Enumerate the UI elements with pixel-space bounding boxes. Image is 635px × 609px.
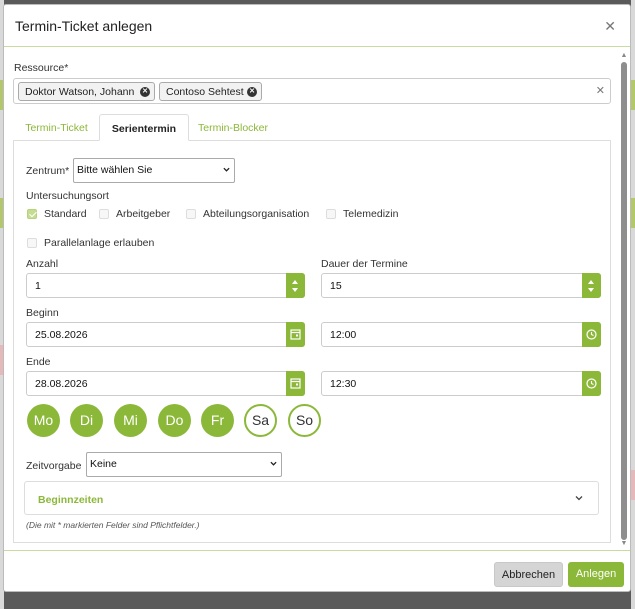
tab-panel: Zentrum* Bitte wählen Sie Untersuchungso… (13, 140, 611, 543)
scrollbar-thumb[interactable] (621, 62, 627, 540)
zeitvorgabe-value: Keine (90, 458, 117, 470)
clock-icon (586, 378, 597, 389)
clear-icon[interactable]: ✕ (596, 84, 605, 97)
scroll-up-icon[interactable]: ▲ (620, 52, 628, 60)
background-stripe (631, 198, 635, 228)
checkbox-arbeitgeber[interactable]: Arbeitgeber (99, 208, 170, 220)
zeitvorgabe-select[interactable]: Keine (86, 452, 282, 477)
dauer-value: 15 (330, 280, 342, 292)
dialog-footer: Abbrechen Anlegen (4, 550, 630, 591)
checkbox-box[interactable] (27, 209, 37, 219)
zentrum-select[interactable]: Bitte wählen Sie (73, 158, 235, 183)
anzahl-value: 1 (35, 280, 41, 292)
close-icon[interactable]: ✕ (604, 18, 616, 35)
beginn-date-value: 25.08.2026 (35, 329, 88, 341)
remove-chip-icon[interactable]: ✕ (140, 87, 150, 97)
scroll-down-icon[interactable]: ▼ (620, 540, 628, 548)
anzahl-label: Anzahl (26, 258, 59, 270)
weekday-sa[interactable]: Sa (244, 404, 277, 437)
weekday-do[interactable]: Do (158, 404, 191, 437)
chevron-down-icon (223, 167, 230, 172)
ende-date-input[interactable]: 28.08.2026 (26, 371, 305, 396)
ende-time-input[interactable]: 12:30 (321, 371, 601, 396)
beginn-time-input[interactable]: 12:00 (321, 322, 601, 347)
anzahl-input[interactable]: 1 (26, 273, 305, 298)
checkbox-box[interactable] (99, 209, 109, 219)
calendar-icon (290, 329, 301, 340)
chevron-down-icon (270, 461, 277, 466)
ende-time-value: 12:30 (330, 378, 357, 390)
weekday-mo[interactable]: Mo (27, 404, 60, 437)
spinner-button[interactable] (582, 273, 601, 298)
remove-chip-icon[interactable]: ✕ (247, 87, 257, 97)
clock-button[interactable] (582, 371, 601, 396)
checkbox-box[interactable] (186, 209, 196, 219)
checkbox-parallelanlage[interactable]: Parallelanlage erlauben (27, 237, 154, 249)
background-stripe (631, 470, 635, 500)
checkbox-label: Abteilungsorganisation (203, 208, 310, 220)
zentrum-label: Zentrum* (26, 165, 70, 177)
resource-chip-label: Contoso Sehtest (166, 86, 244, 98)
resource-chip[interactable]: Contoso Sehtest ✕ (159, 82, 262, 101)
calendar-icon (290, 378, 301, 389)
calendar-button[interactable] (286, 371, 305, 396)
checkbox-label: Standard (44, 208, 87, 220)
weekday-di[interactable]: Di (70, 404, 103, 437)
chevron-down-icon (575, 496, 583, 501)
submit-button[interactable]: Anlegen (568, 562, 624, 587)
resource-multiselect[interactable]: Doktor Watson, Johann ✕ Contoso Sehtest … (13, 78, 611, 104)
zentrum-value: Bitte wählen Sie (77, 164, 153, 176)
clock-icon (586, 329, 597, 340)
beginn-time-value: 12:00 (330, 329, 357, 341)
checkbox-telemedizin[interactable]: Telemedizin (326, 208, 398, 220)
checkbox-box[interactable] (27, 238, 37, 248)
spin-down-icon[interactable] (588, 288, 594, 292)
ende-date-value: 28.08.2026 (35, 378, 88, 390)
beginnzeiten-title: Beginnzeiten (38, 494, 104, 506)
zeitvorgabe-label: Zeitvorgabe (26, 460, 82, 472)
resource-chip-label: Doktor Watson, Johann (25, 86, 135, 98)
scrollbar[interactable]: ▲ ▼ (619, 52, 629, 548)
weekday-fr[interactable]: Fr (201, 404, 234, 437)
checkbox-box[interactable] (326, 209, 336, 219)
tab-serientermin[interactable]: Serientermin (99, 114, 189, 141)
spin-up-icon[interactable] (292, 280, 298, 284)
dialog-title: Termin-Ticket anlegen (15, 18, 153, 34)
required-hint: (Die mit * markierten Felder sind Pflich… (26, 520, 200, 530)
checkbox-label: Telemedizin (343, 208, 399, 220)
checkbox-label: Arbeitgeber (116, 208, 171, 220)
dialog: Termin-Ticket anlegen ✕ Ressource* Dokto… (3, 4, 631, 592)
untersuchungsort-label: Untersuchungsort (26, 190, 109, 202)
tab-termin-blocker[interactable]: Termin-Blocker (189, 114, 277, 141)
checkbox-abteilungsorganisation[interactable]: Abteilungsorganisation (186, 208, 309, 220)
beginn-label: Beginn (26, 307, 59, 319)
dialog-body: Ressource* Doktor Watson, Johann ✕ Conto… (4, 48, 620, 551)
resource-label: Ressource* (14, 62, 69, 74)
beginnzeiten-accordion[interactable]: Beginnzeiten (24, 481, 599, 515)
calendar-button[interactable] (286, 322, 305, 347)
cancel-button[interactable]: Abbrechen (494, 562, 563, 587)
resource-chip[interactable]: Doktor Watson, Johann ✕ (18, 82, 155, 101)
spinner-button[interactable] (286, 273, 305, 298)
dauer-input[interactable]: 15 (321, 273, 601, 298)
spin-down-icon[interactable] (292, 288, 298, 292)
checkbox-standard[interactable]: Standard (27, 208, 87, 220)
dialog-header: Termin-Ticket anlegen ✕ (4, 5, 630, 47)
beginn-date-input[interactable]: 25.08.2026 (26, 322, 305, 347)
tab-termin-ticket[interactable]: Termin-Ticket (14, 114, 99, 141)
weekday-mi[interactable]: Mi (114, 404, 147, 437)
dauer-label: Dauer der Termine (321, 258, 408, 270)
ende-label: Ende (26, 356, 51, 368)
clock-button[interactable] (582, 322, 601, 347)
weekday-so[interactable]: So (288, 404, 321, 437)
spin-up-icon[interactable] (588, 280, 594, 284)
checkbox-label: Parallelanlage erlauben (44, 237, 155, 249)
background-stripe (631, 80, 635, 110)
